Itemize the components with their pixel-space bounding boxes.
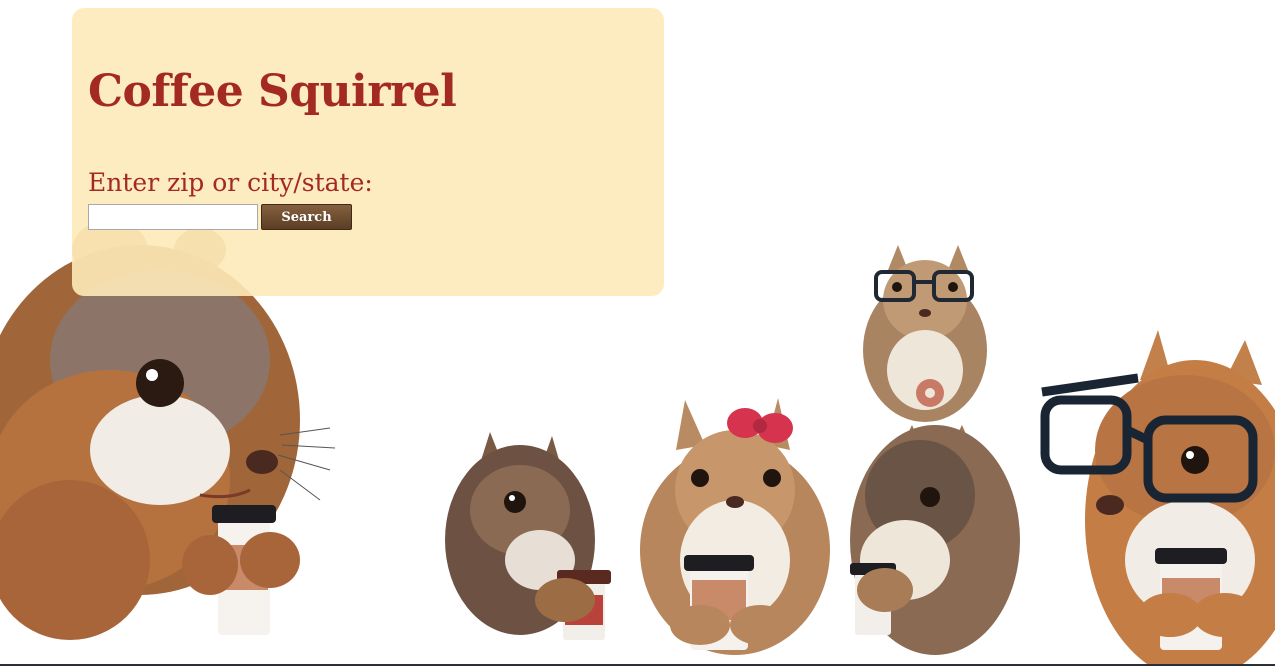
search-panel: Coffee Squirrel Enter zip or city/state:… bbox=[72, 8, 664, 296]
page: Coffee Squirrel Enter zip or city/state:… bbox=[0, 0, 1275, 666]
search-prompt-label: Enter zip or city/state: bbox=[88, 168, 373, 197]
squirrel-with-bow bbox=[640, 398, 830, 655]
squirrel-right-glasses bbox=[1040, 330, 1275, 664]
squirrel-sipping bbox=[850, 425, 1020, 655]
search-button[interactable]: Search bbox=[261, 204, 352, 230]
location-search-input[interactable] bbox=[88, 204, 258, 230]
squirrel-top-glasses bbox=[863, 245, 987, 422]
site-title: Coffee Squirrel bbox=[88, 66, 457, 117]
search-form: Search bbox=[88, 204, 352, 230]
squirrel-center-left bbox=[445, 432, 611, 640]
